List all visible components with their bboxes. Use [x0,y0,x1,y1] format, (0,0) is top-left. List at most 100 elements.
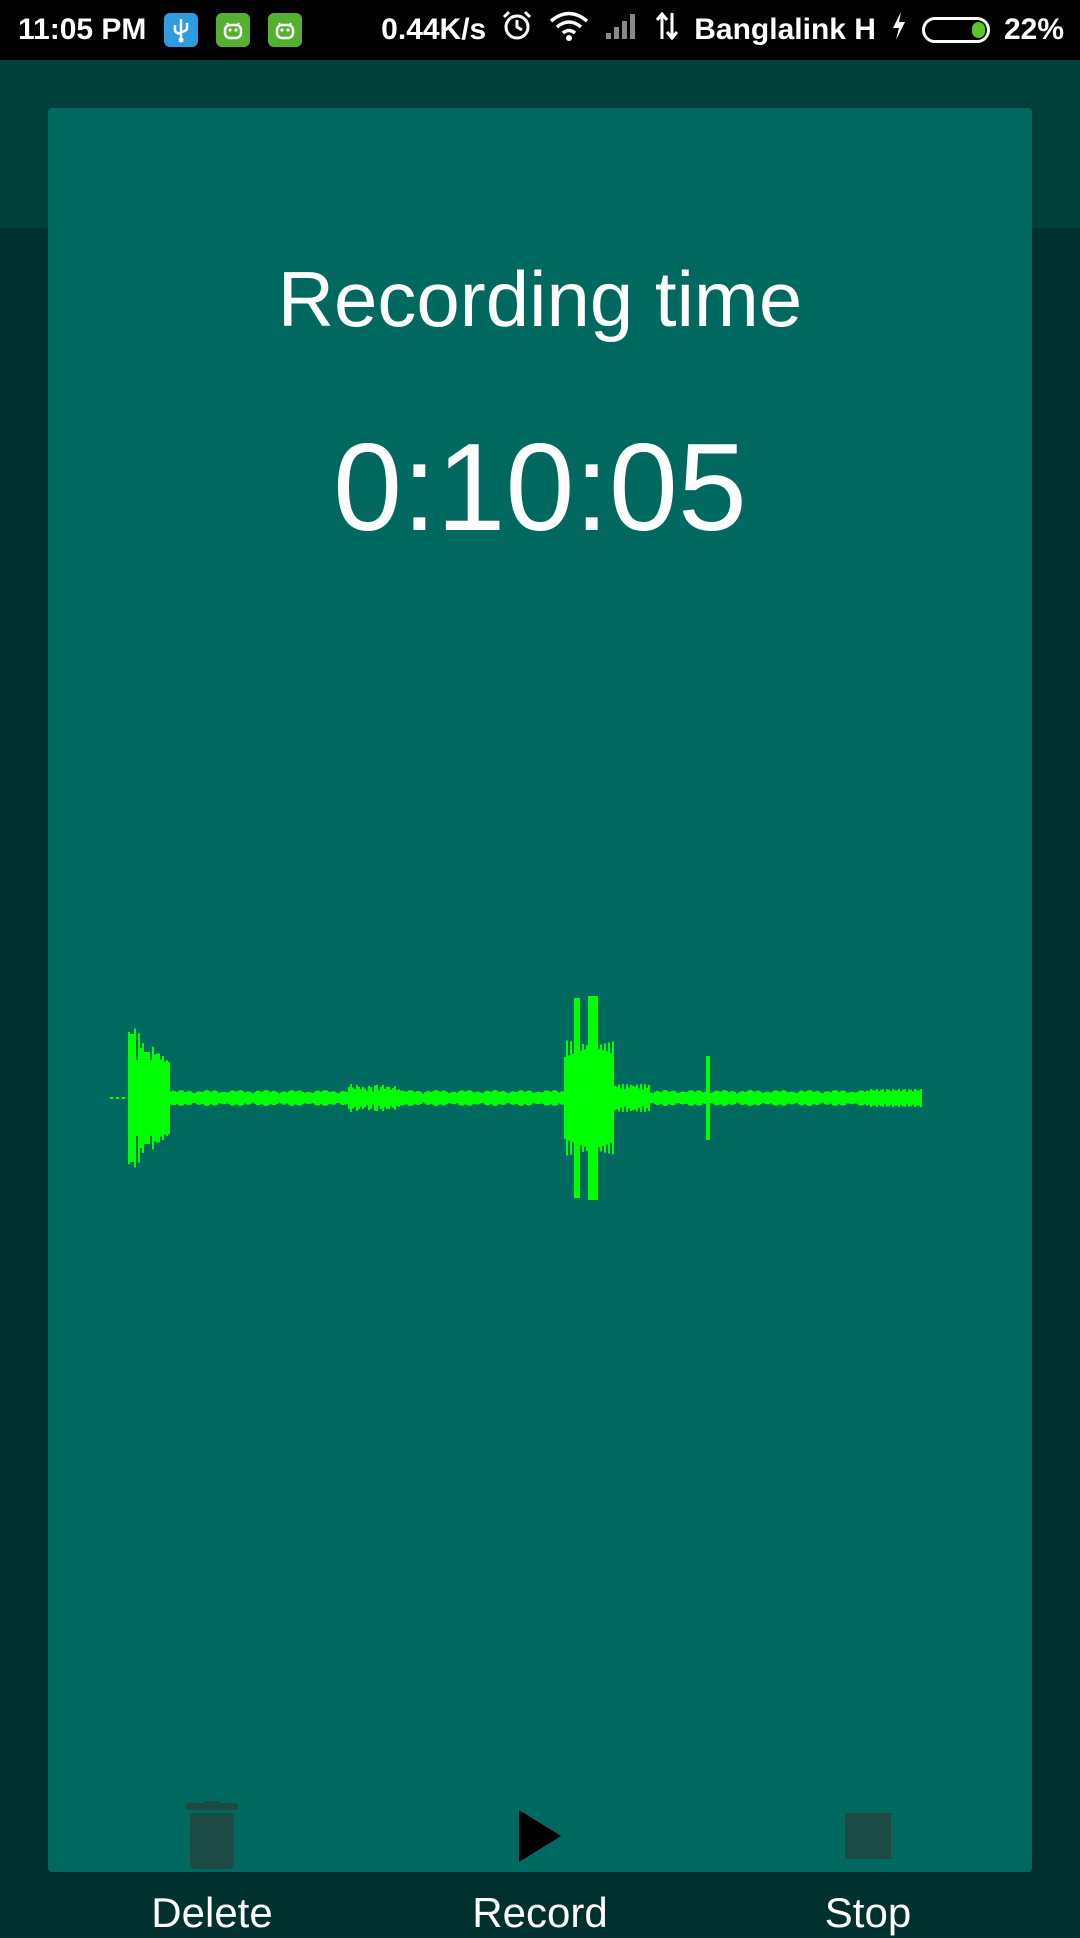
waveform-bar [570,1041,572,1155]
waveform-bar [136,1059,138,1137]
charging-icon [890,11,908,49]
stop-label: Stop [824,1889,912,1936]
waveform-bar [690,1090,692,1106]
waveform-bar [492,1090,494,1106]
waveform-bar [508,1093,510,1103]
waveform-bar [768,1091,770,1105]
waveform-bar [772,1091,774,1105]
waveform-bar [312,1092,314,1104]
waveform-bar [128,1031,130,1165]
waveform-bar [790,1091,792,1105]
waveform-bar [820,1092,822,1104]
waveform-bar [558,1092,560,1104]
waveform-bar [450,1092,452,1104]
waveform-bar [528,1090,530,1106]
waveform-bar [252,1093,254,1103]
waveform-bar [610,1052,612,1144]
waveform-bar [782,1090,784,1106]
waveform-bar [494,1090,496,1106]
waveform-bar [894,1090,896,1106]
waveform-bar [526,1090,528,1106]
waveform-bar [158,1053,160,1143]
waveform-bar [802,1090,804,1106]
waveform-bar [764,1092,766,1104]
waveform-bar [206,1090,208,1106]
waveform-bar [858,1090,860,1106]
waveform-bar [498,1091,500,1105]
waveform-bar [500,1091,502,1105]
waveform-bar [740,1091,742,1105]
waveform-bar [176,1092,178,1104]
waveform-bar [838,1091,840,1105]
waveform-bar [172,1090,174,1106]
waveform-bar [886,1089,888,1107]
waveform-bar [688,1090,690,1106]
waveform-bar [150,1060,152,1136]
waveform-bar [566,1040,568,1156]
waveform-bar [152,1046,154,1150]
waveform-bar [578,998,580,1198]
waveform-bar [906,1091,908,1105]
waveform-bar [116,1097,119,1099]
waveform-bar [516,1092,518,1104]
waveform-bar [342,1090,344,1106]
waveform-bar [642,1089,644,1107]
net-speed: 0.44K/s [381,13,487,46]
waveform-bar [482,1093,484,1103]
waveform-bar [672,1090,674,1106]
waveform-bar [668,1091,670,1105]
waveform-bar [636,1084,638,1112]
record-button[interactable]: Record [410,1788,670,1938]
waveform-bar [722,1090,724,1106]
record-icon-wrap [410,1788,670,1884]
waveform-bar [132,1034,134,1162]
waveform-bar [908,1089,910,1107]
delete-button[interactable]: Delete [82,1788,342,1938]
waveform-bar [832,1090,834,1106]
waveform-bar [798,1091,800,1105]
waveform-bar [902,1089,904,1107]
waveform-bar [706,1056,708,1140]
waveform-bar [842,1090,844,1106]
battery-icon [921,17,990,43]
battery-percent: 22% [1003,13,1064,46]
waveform-bar [800,1090,802,1106]
waveform-bar [704,1092,706,1104]
waveform-bar [714,1090,716,1106]
waveform-bar [182,1090,184,1106]
waveform-bar [426,1091,428,1105]
waveform-bar [394,1086,396,1110]
waveform-bar [392,1088,394,1108]
waveform-bar [628,1087,630,1109]
wifi-icon [548,10,590,50]
stop-button[interactable]: Stop [738,1788,998,1938]
status-bar-left: 11:05 PM [18,0,303,60]
waveform-bar [630,1085,632,1111]
waveform-bar [442,1090,444,1106]
waveform-bar [134,1028,136,1168]
waveform-bar [880,1089,882,1107]
audio-waveform [110,996,922,1200]
waveform-bar [444,1090,446,1106]
waveform-bar [138,1033,140,1163]
waveform-bar [280,1092,282,1104]
waveform-bar [692,1090,694,1106]
waveform-bar [122,1097,125,1099]
waveform-bar [540,1092,542,1104]
waveform-bar [332,1091,334,1105]
waveform-bar [360,1089,362,1107]
waveform-bar [290,1090,292,1106]
waveform-bar [796,1093,798,1103]
waveform-bar [406,1091,408,1105]
waveform-bar [916,1090,918,1106]
waveform-bar [254,1092,256,1104]
stop-icon-wrap [738,1788,998,1884]
waveform-bar [244,1092,246,1104]
waveform-bar [556,1090,558,1106]
waveform-bar [242,1091,244,1105]
waveform-bar [488,1090,490,1106]
waveform-bar [892,1089,894,1107]
waveform-bar [390,1089,392,1107]
waveform-bar [430,1092,432,1104]
waveform-bar [288,1091,290,1105]
